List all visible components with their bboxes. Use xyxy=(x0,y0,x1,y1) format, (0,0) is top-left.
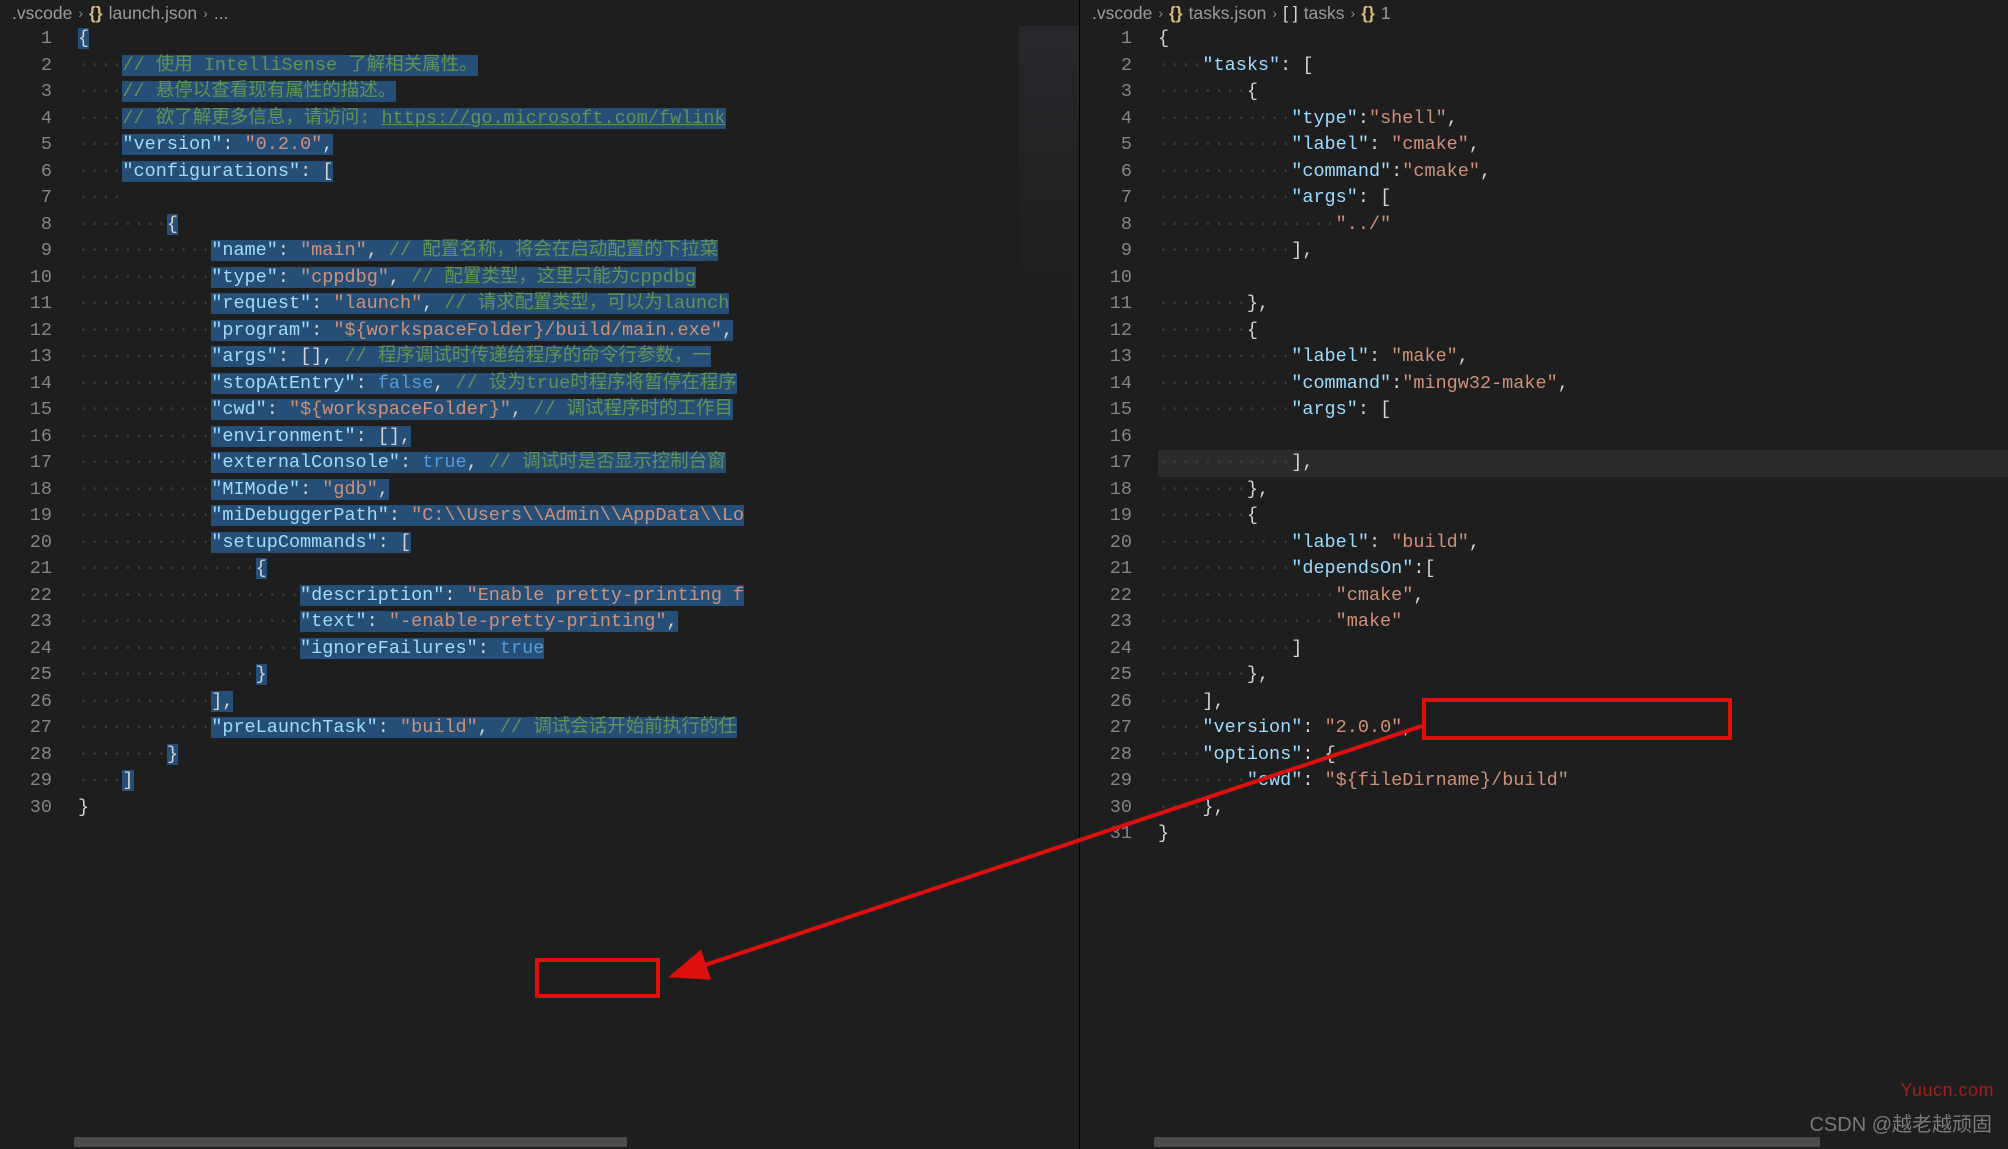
json-icon: {} xyxy=(1361,3,1375,24)
code-line[interactable]: ············"request": "launch", // 请求配置… xyxy=(78,291,1079,318)
code-line[interactable]: ················} xyxy=(78,662,1079,689)
code-line[interactable]: ············"type":"shell", xyxy=(1158,106,2008,133)
code-line[interactable]: ············] xyxy=(1158,636,2008,663)
code-line[interactable]: ····// 欲了解更多信息，请访问: https://go.microsoft… xyxy=(78,106,1079,133)
code-line[interactable]: ············"type": "cppdbg", // 配置类型，这里… xyxy=(78,265,1079,292)
code-line[interactable]: ···· xyxy=(78,185,1079,212)
code-line[interactable]: ········} xyxy=(78,742,1079,769)
right-editor-pane: .vscode › {} tasks.json › [ ] tasks › {}… xyxy=(1080,0,2008,1149)
breadcrumb-folder[interactable]: .vscode xyxy=(1092,3,1152,24)
code-line[interactable]: ············"args": [ xyxy=(1158,397,2008,424)
watermark: Yuucn.com xyxy=(1900,1080,1994,1101)
code-line[interactable]: ····"options": { xyxy=(1158,742,2008,769)
code-editor[interactable]: 1234567891011121314151617181920212223242… xyxy=(0,26,1079,1149)
code-line[interactable]: ············"preLaunchTask": "build", //… xyxy=(78,715,1079,742)
code-line[interactable]: ············"externalConsole": true, // … xyxy=(78,450,1079,477)
code-line[interactable]: ····"version": "2.0.0", xyxy=(1158,715,2008,742)
chevron-icon: › xyxy=(78,5,83,21)
code-line[interactable]: ········}, xyxy=(1158,291,2008,318)
code-line[interactable]: ····"tasks": [ xyxy=(1158,53,2008,80)
code-line[interactable]: ················{ xyxy=(78,556,1079,583)
code-line[interactable]: ············"label": "make", xyxy=(1158,344,2008,371)
code-line[interactable]: } xyxy=(1158,821,2008,848)
code-line[interactable]: ········{ xyxy=(1158,503,2008,530)
line-number-gutter: 1234567891011121314151617181920212223242… xyxy=(0,26,74,1149)
code-line[interactable]: ····················"description": "Enab… xyxy=(78,583,1079,610)
code-line[interactable]: ····················"ignoreFailures": tr… xyxy=(78,636,1079,663)
code-line[interactable]: ············"MIMode": "gdb", xyxy=(78,477,1079,504)
chevron-icon: › xyxy=(1351,5,1356,21)
code-line[interactable]: ········}, xyxy=(1158,477,2008,504)
minimap[interactable] xyxy=(1019,26,1079,376)
breadcrumb-obj[interactable]: 1 xyxy=(1381,3,1391,24)
left-editor-pane: .vscode › {} launch.json › ... 123456789… xyxy=(0,0,1080,1149)
code-line[interactable]: ····················"text": "-enable-pre… xyxy=(78,609,1079,636)
code-line[interactable]: ········}, xyxy=(1158,662,2008,689)
json-icon: {} xyxy=(89,3,103,24)
code-line[interactable]: ············"args": [ xyxy=(1158,185,2008,212)
code-line[interactable]: { xyxy=(78,26,1079,53)
code-line[interactable]: ····], xyxy=(1158,689,2008,716)
line-number-gutter: 1234567891011121314151617181920212223242… xyxy=(1080,26,1154,1149)
code-content[interactable]: {····// 使用 IntelliSense 了解相关属性。····// 悬停… xyxy=(74,26,1079,1149)
breadcrumb-more[interactable]: ... xyxy=(214,3,229,24)
breadcrumb-array[interactable]: tasks xyxy=(1304,3,1345,24)
code-line[interactable]: ············"stopAtEntry": false, // 设为t… xyxy=(78,371,1079,398)
breadcrumb[interactable]: .vscode › {} launch.json › ... xyxy=(0,0,1079,26)
code-line[interactable] xyxy=(1158,265,2008,292)
code-line[interactable]: ············"environment": [], xyxy=(78,424,1079,451)
code-line[interactable]: ············"dependsOn":[ xyxy=(1158,556,2008,583)
scrollbar-thumb[interactable] xyxy=(74,1137,627,1147)
code-line[interactable] xyxy=(1158,424,2008,451)
code-line[interactable]: ············"command":"cmake", xyxy=(1158,159,2008,186)
code-content[interactable]: {····"tasks": [········{············"typ… xyxy=(1154,26,2008,1149)
code-line[interactable]: ····"version": "0.2.0", xyxy=(78,132,1079,159)
array-icon: [ ] xyxy=(1283,3,1298,24)
code-line[interactable]: ············"name": "main", // 配置名称，将会在启… xyxy=(78,238,1079,265)
code-line[interactable]: ················"make" xyxy=(1158,609,2008,636)
code-editor[interactable]: 1234567891011121314151617181920212223242… xyxy=(1080,26,2008,1149)
chevron-icon: › xyxy=(1272,5,1277,21)
code-line[interactable]: } xyxy=(78,795,1079,822)
code-line[interactable]: ············"label": "build", xyxy=(1158,530,2008,557)
breadcrumb-folder[interactable]: .vscode xyxy=(12,3,72,24)
chevron-icon: › xyxy=(1158,5,1163,21)
code-line[interactable]: ············], xyxy=(78,689,1079,716)
code-line[interactable]: { xyxy=(1158,26,2008,53)
watermark: CSDN @越老越顽固 xyxy=(1809,1108,1992,1137)
chevron-icon: › xyxy=(203,5,208,21)
code-line[interactable]: ············"program": "${workspaceFolde… xyxy=(78,318,1079,345)
code-line[interactable]: ····}, xyxy=(1158,795,2008,822)
code-line[interactable]: ················"cmake", xyxy=(1158,583,2008,610)
code-line[interactable]: ····// 使用 IntelliSense 了解相关属性。 xyxy=(78,53,1079,80)
breadcrumb-file[interactable]: launch.json xyxy=(109,3,198,24)
json-icon: {} xyxy=(1169,3,1183,24)
code-line[interactable]: ········{ xyxy=(1158,79,2008,106)
code-line[interactable]: ········{ xyxy=(78,212,1079,239)
code-line[interactable]: ············], xyxy=(1158,238,2008,265)
code-line[interactable]: ············], xyxy=(1158,450,2008,477)
scrollbar-thumb[interactable] xyxy=(1154,1137,1820,1147)
code-line[interactable]: ············"miDebuggerPath": "C:\\Users… xyxy=(78,503,1079,530)
horizontal-scrollbar[interactable] xyxy=(1154,1135,2008,1149)
code-line[interactable]: ········"cwd": "${fileDirname}/build" xyxy=(1158,768,2008,795)
code-line[interactable]: ············"command":"mingw32-make", xyxy=(1158,371,2008,398)
code-line[interactable]: ····] xyxy=(78,768,1079,795)
code-line[interactable]: ············"setupCommands": [ xyxy=(78,530,1079,557)
code-line[interactable]: ············"args": [], // 程序调试时传递给程序的命令… xyxy=(78,344,1079,371)
horizontal-scrollbar[interactable] xyxy=(74,1135,1079,1149)
code-line[interactable]: ················"../" xyxy=(1158,212,2008,239)
code-line[interactable]: ········{ xyxy=(1158,318,2008,345)
breadcrumb-file[interactable]: tasks.json xyxy=(1189,3,1267,24)
code-line[interactable]: ····// 悬停以查看现有属性的描述。 xyxy=(78,79,1079,106)
breadcrumb[interactable]: .vscode › {} tasks.json › [ ] tasks › {}… xyxy=(1080,0,2008,26)
code-line[interactable]: ············"label": "cmake", xyxy=(1158,132,2008,159)
code-line[interactable]: ····"configurations": [ xyxy=(78,159,1079,186)
code-line[interactable]: ············"cwd": "${workspaceFolder}",… xyxy=(78,397,1079,424)
